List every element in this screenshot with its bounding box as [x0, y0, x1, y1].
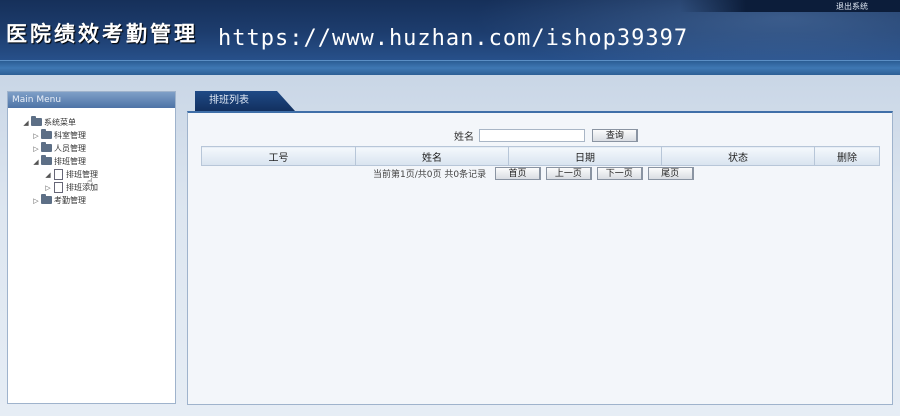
folder-icon: [41, 194, 52, 204]
tree-item-label[interactable]: 人员管理: [54, 144, 86, 153]
watermark-url: https://www.huzhan.com/ishop39397: [218, 26, 689, 51]
column-header-name: 姓名: [355, 146, 509, 166]
header-subbar: [0, 60, 900, 75]
mouse-cursor-icon: ☝: [87, 177, 94, 188]
main-panel: 姓名 查询 工号 姓名 日期 状态 删除 当前第1页/共0页 共0条记录 首页 …: [187, 111, 893, 405]
folder-icon: [41, 129, 52, 139]
folder-icon: [41, 142, 52, 152]
collapse-arrow-icon[interactable]: ▷: [32, 195, 40, 208]
column-header-delete: 删除: [814, 146, 880, 166]
app-title: 医院绩效考勤管理: [6, 21, 198, 46]
app-header: 医院绩效考勤管理 https://www.huzhan.com/ishop393…: [0, 0, 900, 60]
search-label: 姓名: [454, 132, 474, 143]
sidebar-title: Main Menu: [8, 92, 175, 108]
column-header-id: 工号: [201, 146, 356, 166]
tree-item-attendance[interactable]: ▷ 考勤管理: [8, 194, 175, 207]
page-icon: [54, 168, 63, 180]
name-search-input[interactable]: [479, 129, 586, 142]
tree-root-label[interactable]: 系统菜单: [44, 118, 76, 127]
menu-tree: ◢ 系统菜单 ▷ 科室管理 ▷ 人员管理 ◢ 排班管理 ◢ 排班管理 ▷ 排班添加 ▷ 考勤管…: [8, 108, 175, 207]
pagination: 当前第1页/共0页 共0条记录 首页 上一页 下一页 尾页: [373, 167, 696, 180]
tree-item-schedule[interactable]: ◢ 排班管理: [8, 155, 175, 168]
folder-open-icon: [31, 116, 42, 126]
logout-link[interactable]: 退出系统: [836, 1, 868, 12]
column-header-status: 状态: [661, 146, 815, 166]
pagination-info: 当前第1页/共0页 共0条记录: [373, 170, 487, 180]
table-header-row: 工号 姓名 日期 状态 删除: [201, 146, 880, 166]
column-header-date: 日期: [508, 146, 662, 166]
next-page-button[interactable]: 下一页: [596, 167, 643, 180]
tree-item-label[interactable]: 科室管理: [54, 131, 86, 140]
tree-item-label[interactable]: 排班管理: [54, 157, 86, 166]
query-button[interactable]: 查询: [592, 129, 639, 142]
prev-page-button[interactable]: 上一页: [545, 167, 592, 180]
tree-item-department[interactable]: ▷ 科室管理: [8, 129, 175, 142]
search-bar: 姓名 查询: [454, 128, 639, 143]
tree-item-staff[interactable]: ▷ 人员管理: [8, 142, 175, 155]
tree-item-label[interactable]: 考勤管理: [54, 196, 86, 205]
last-page-button[interactable]: 尾页: [647, 167, 694, 180]
sidebar: Main Menu ◢ 系统菜单 ▷ 科室管理 ▷ 人员管理 ◢ 排班管理 ◢ 排班管理 …: [7, 91, 176, 404]
page-icon: [54, 181, 63, 193]
first-page-button[interactable]: 首页: [494, 167, 541, 180]
schedule-table: 工号 姓名 日期 状态 删除: [201, 146, 880, 166]
folder-open-icon: [41, 155, 52, 165]
tree-root[interactable]: ◢ 系统菜单: [8, 116, 175, 129]
